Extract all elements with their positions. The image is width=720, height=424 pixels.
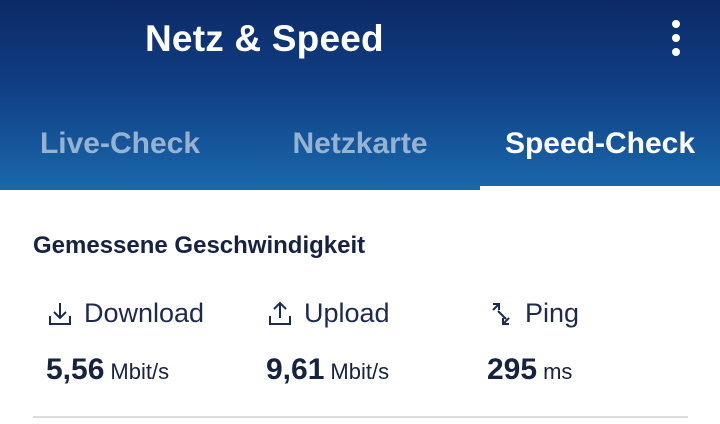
app-title: Netz & Speed [145,18,384,59]
app-bar: Netz & Speed Live-Check Netzkarte Speed-… [0,0,720,190]
download-icon [46,300,74,328]
metric-value: 9,61 [266,353,325,386]
ping-icon [487,300,515,328]
metric-download: Download 5,56 Mbit/s [46,298,204,387]
metric-unit: Mbit/s [110,359,170,384]
tab-bar: Live-Check Netzkarte Speed-Check [0,110,720,190]
metric-value: 295 [487,353,538,386]
metric-value: 5,56 [46,353,105,386]
metric-label: Ping [525,298,580,328]
tab-label: Speed-Check [504,127,696,160]
metric-label: Upload [304,298,390,328]
tab-live-check[interactable]: Live-Check [0,110,240,190]
tab-label: Live-Check [39,127,201,160]
tab-speed-check[interactable]: Speed-Check [480,110,720,190]
upload-icon [266,300,294,328]
tab-netzkarte[interactable]: Netzkarte [240,110,480,190]
tab-label: Netzkarte [292,127,428,160]
divider [33,416,688,418]
more-vert-icon[interactable] [666,20,686,56]
metric-unit: Mbit/s [330,359,390,384]
metric-label: Download [84,298,205,328]
metric-unit: ms [543,359,573,384]
metric-upload: Upload 9,61 Mbit/s [266,298,390,387]
section-title: Gemessene Geschwindigkeit [33,232,366,259]
metric-ping: Ping 295 ms [487,298,579,387]
